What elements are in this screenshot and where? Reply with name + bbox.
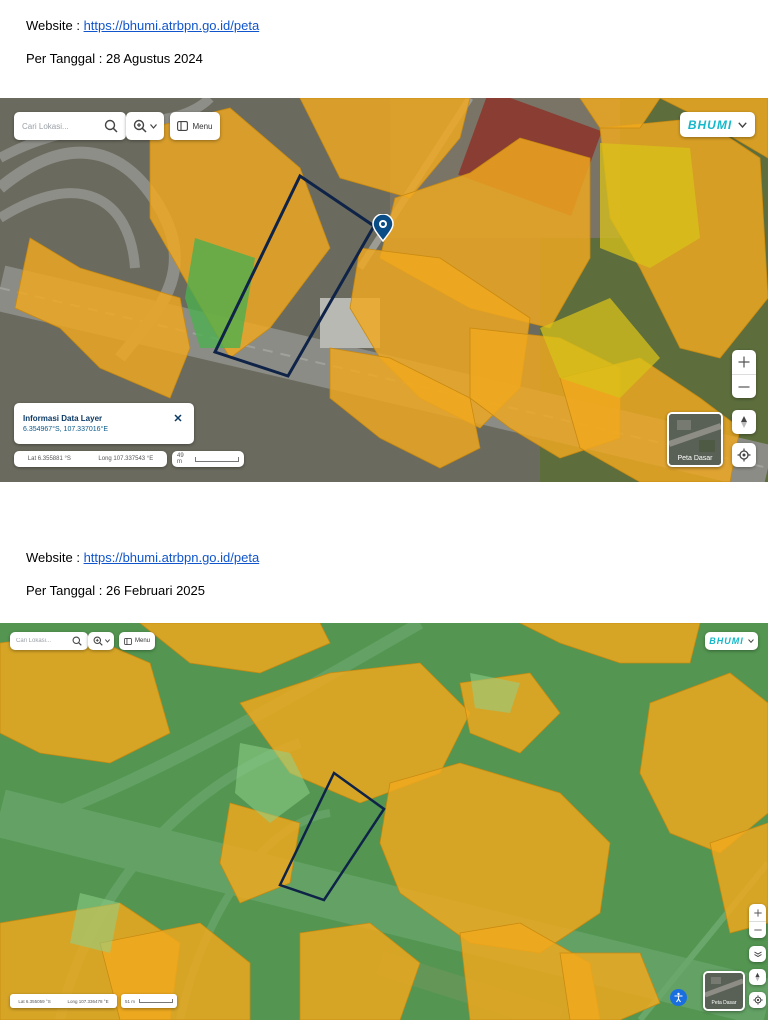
basemap-switcher[interactable]: Peta Dasar [703,971,745,1011]
layers-button[interactable] [749,946,766,962]
zoom-controls [749,904,766,938]
minus-icon[interactable] [732,374,756,398]
scale-bar: 51 m [121,994,177,1008]
website-link[interactable]: https://bhumi.atrbpn.go.id/peta [84,550,260,565]
plus-icon[interactable] [749,904,766,921]
zoom-select-button[interactable] [126,112,164,140]
minus-icon[interactable] [749,921,766,938]
scale-line [195,456,239,462]
search-icon[interactable] [104,119,118,133]
zoom-select-icon [133,119,147,133]
longitude-readout: Long 107.337543 °E [98,456,154,462]
scale-label: 49 m [177,453,184,465]
locate-button[interactable] [749,992,766,1008]
compass-icon [754,972,761,982]
brand-selector[interactable]: BHUMI [680,112,755,137]
locate-icon [737,448,751,462]
accessibility-button[interactable] [670,989,687,1006]
basemap-label: Peta Dasar [677,455,713,462]
location-pin-icon[interactable] [372,213,394,243]
brand-selector[interactable]: BHUMI [705,632,758,650]
chevron-down-icon [150,123,157,129]
search-icon[interactable] [72,636,82,646]
zoom-controls [732,350,756,398]
panel-icon [124,637,132,645]
chevron-down-icon [738,121,747,128]
compass-button[interactable] [732,410,756,434]
website-link[interactable]: https://bhumi.atrbpn.go.id/peta [84,18,260,33]
plus-icon[interactable] [732,350,756,374]
locate-button[interactable] [732,443,756,467]
website-line-2: Website : https://bhumi.atrbpn.go.id/pet… [26,550,259,566]
coordinate-readout: Lat 6.355059 °S Long 107.336478 °E [10,994,117,1008]
info-title: Informasi Data Layer [23,414,103,423]
menu-button[interactable]: Menu [119,632,155,650]
latitude-readout: Lat 6.355881 °S [27,456,71,462]
menu-button[interactable]: Menu [170,112,220,140]
compass-icon [739,415,749,429]
menu-label: Menu [192,121,213,131]
info-panel: Informasi Data Layer 6.354967°S, 107.337… [14,403,194,444]
date-line-2: Per Tanggal : 26 Februari 2025 [26,583,205,598]
chevron-down-icon [747,639,754,643]
menu-label: Menu [134,638,150,644]
compass-button[interactable] [749,969,766,985]
website-line-1: Website : https://bhumi.atrbpn.go.id/pet… [26,18,259,34]
scale-line [139,999,173,1003]
panel-icon [177,121,189,131]
search-box[interactable] [10,632,88,650]
info-coordinates: 6.354967°S, 107.337016°E [23,426,109,433]
latitude-readout: Lat 6.355059 °S [18,998,51,1004]
brand-logo: BHUMI [709,636,744,646]
zoom-select-button[interactable] [88,632,114,650]
search-input[interactable] [22,121,96,131]
coordinate-readout: Lat 6.355881 °S Long 107.337543 °E [14,451,167,467]
zoom-select-icon [93,636,103,646]
map-screenshot-2[interactable]: Menu BHUMI Peta Dasar [0,623,768,1020]
basemap-switcher[interactable]: Peta Dasar [667,412,723,467]
basemap-label: Peta Dasar [711,1000,737,1006]
accessibility-icon [673,992,684,1003]
brand-logo: BHUMI [687,117,733,132]
close-icon[interactable] [174,414,182,422]
locate-icon [752,995,763,1005]
chevron-down-icon [104,639,110,643]
date-line-1: Per Tanggal : 28 Agustus 2024 [26,51,203,66]
layers-icon [753,951,762,957]
satellite-map-2 [0,623,768,1020]
website-label: Website : [26,550,84,565]
scale-label: 51 m [125,998,136,1004]
longitude-readout: Long 107.336478 °E [67,998,109,1004]
scale-bar: 49 m [172,451,244,467]
search-input[interactable] [16,638,68,644]
map-screenshot-1[interactable]: Menu BHUMI Peta Dasar Informasi Data Lay… [0,98,768,482]
website-label: Website : [26,18,84,33]
search-box[interactable] [14,112,126,140]
